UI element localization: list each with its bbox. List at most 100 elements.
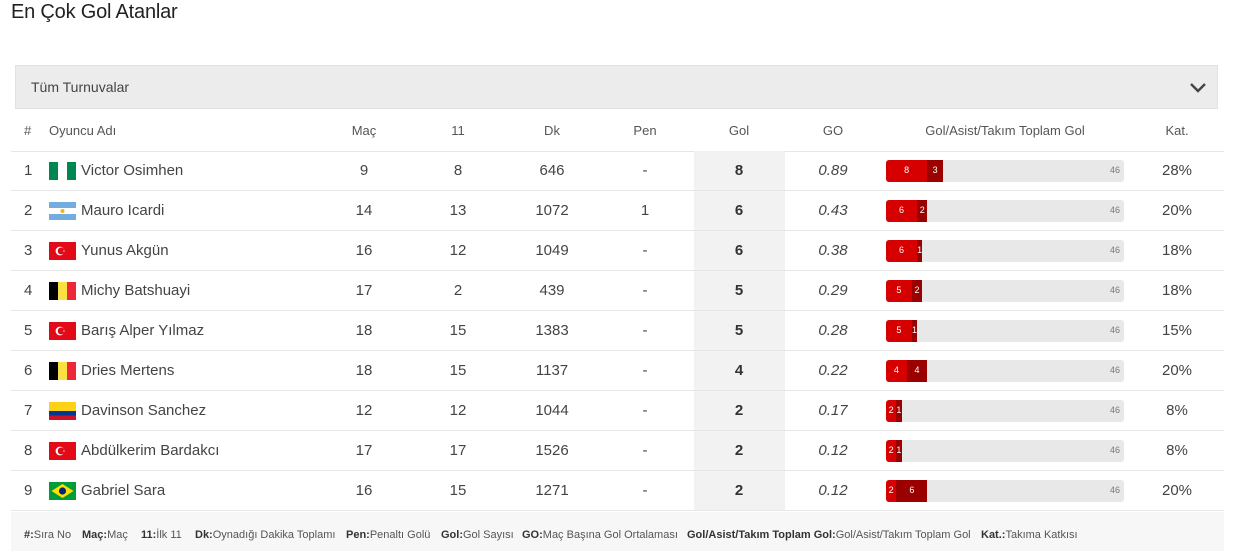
player-name[interactable]: Dries Mertens	[81, 362, 174, 379]
table-row[interactable]: 4 Michy Batshuayi 17 2 439 - 5 0.29 5 2 46 18%	[11, 271, 1224, 311]
player-name[interactable]: Barış Alper Yılmaz	[81, 322, 204, 339]
rank: 2	[24, 202, 33, 219]
tournament-dropdown-label: Tüm Turnuvalar	[31, 79, 130, 95]
goal-contribution-bar: 6 1 46	[886, 240, 1124, 262]
pen-value: -	[642, 162, 648, 179]
header-gol-asist-takim[interactable]: Gol/Asist/Takım Toplam Gol	[925, 123, 1084, 138]
gol-value: 2	[734, 482, 744, 499]
kat-value: 28%	[1161, 162, 1193, 179]
kat-value: 8%	[1166, 402, 1188, 419]
legend-item: Dk:Oynadığı Dakika Toplamı	[195, 529, 336, 541]
mac-value: 16	[355, 242, 373, 259]
table-row[interactable]: 8 Abdülkerim Bardakcı 17 17 1526-2 0.12 2 1 46 8%	[11, 431, 1224, 471]
player-name[interactable]: Abdülkerim Bardakcı	[81, 442, 219, 459]
kat-value: 15%	[1161, 322, 1193, 339]
table-row[interactable]: 7 Davinson Sanchez 12 12 1044-2 0.17 2 1 46 8%	[11, 391, 1224, 431]
legend-item: Kat.:Takıma Katkısı	[981, 529, 1078, 541]
mac-value: 17	[355, 282, 373, 299]
mac-value: 12	[355, 402, 373, 419]
mac-value: 18	[355, 322, 373, 339]
table-row[interactable]: 3 Yunus Akgün 16 12 1049 - 6 0.38 6 1 46 18%	[11, 231, 1224, 271]
goal-contribution-bar: 2 1 46	[886, 400, 1124, 422]
kat-value: 18%	[1161, 282, 1193, 299]
table-row[interactable]: 1 Victor Osimhen 9 8 646 - 8 0.89 8 3 46 28%	[11, 151, 1224, 191]
team-total-label: 46	[1109, 165, 1120, 175]
pen-value: -	[642, 322, 648, 339]
kat-value: 18%	[1161, 242, 1193, 259]
table-row[interactable]: 6 Dries Mertens 18 15 1137 - 4 0.22 4 4 46 20%	[11, 351, 1224, 391]
assists-bar-label: 6	[909, 485, 915, 495]
player-name[interactable]: Gabriel Sara	[81, 482, 165, 499]
legend-item: Gol/Asist/Takım Toplam Gol:Gol/Asist/Tak…	[687, 529, 971, 541]
player-name[interactable]: Victor Osimhen	[81, 162, 183, 179]
pen-value: -	[642, 402, 648, 419]
header-kat[interactable]: Kat.	[1165, 123, 1188, 138]
header-player[interactable]: Oyuncu Adı	[49, 123, 116, 138]
rank: 9	[24, 482, 33, 499]
player-name[interactable]: Yunus Akgün	[81, 242, 169, 259]
kat-value: 20%	[1161, 202, 1193, 219]
ilk11-value: 13	[449, 202, 467, 219]
header-dk[interactable]: Dk	[544, 123, 560, 138]
legend: #:Sıra No Maç:Maç 11:İlk 11 Dk:Oynadığı …	[11, 512, 1224, 551]
turkey-flag	[49, 442, 76, 460]
goals-bar-label: 6	[899, 205, 905, 215]
player-name[interactable]: Mauro Icardi	[81, 202, 164, 219]
assists-bar-label: 1	[896, 445, 902, 455]
rank: 6	[24, 362, 33, 379]
header-mac[interactable]: Maç	[352, 123, 377, 138]
kat-value: 20%	[1161, 362, 1193, 379]
assists-bar-label: 2	[919, 205, 925, 215]
go-value: 0.12	[818, 482, 848, 499]
player-name[interactable]: Michy Batshuayi	[81, 282, 190, 299]
team-total-label: 46	[1109, 365, 1120, 375]
assists-bar-label: 4	[914, 365, 920, 375]
tournament-dropdown[interactable]: Tüm Turnuvalar	[15, 65, 1218, 109]
argentina-flag	[49, 202, 76, 220]
ilk11-value: 8	[453, 162, 463, 179]
mac-value: 14	[355, 202, 373, 219]
table-row[interactable]: 2 Mauro Icardi 14 13 1072 1 6 0.43 6 2 46 20%	[11, 191, 1224, 231]
goals-bar-label: 6	[899, 245, 905, 255]
table-row[interactable]: 9 Gabriel Sara 16 15 1271 - 2 0.12 2 6 46 20%	[11, 471, 1224, 511]
goal-contribution-bar: 2 6 46	[886, 480, 1124, 502]
table-header: # Oyuncu Adı Maç 11 Dk Pen Gol GO Gol/As…	[11, 111, 1224, 152]
ilk11-value: 12	[449, 242, 467, 259]
mac-value: 16	[355, 482, 373, 499]
ilk11-value: 12	[449, 402, 467, 419]
nigeria-flag	[49, 162, 76, 180]
header-go[interactable]: GO	[823, 123, 843, 138]
gol-value: 6	[734, 242, 744, 259]
player-name[interactable]: Davinson Sanchez	[81, 402, 206, 419]
header-rank: #	[24, 123, 32, 138]
legend-item: Gol:Gol Sayısı	[441, 529, 514, 541]
header-pen[interactable]: Pen	[633, 123, 656, 138]
team-total-label: 46	[1109, 445, 1120, 455]
chevron-down-icon[interactable]	[1189, 78, 1207, 96]
team-total-label: 46	[1109, 405, 1120, 415]
assists-bar-label: 3	[932, 165, 938, 175]
go-value: 0.38	[818, 242, 848, 259]
page-title: En Çok Gol Atanlar	[11, 1, 178, 23]
gol-value: 5	[734, 282, 744, 299]
gol-value: 5	[734, 322, 744, 339]
header-gol[interactable]: Gol	[729, 123, 749, 138]
team-total-label: 46	[1109, 325, 1120, 335]
mac-value: 9	[359, 162, 369, 179]
turkey-flag	[49, 242, 76, 260]
ilk11-value: 2	[453, 282, 463, 299]
go-value: 0.89	[818, 162, 848, 179]
team-total-label: 46	[1109, 285, 1120, 295]
legend-item: #:Sıra No	[24, 529, 72, 541]
dk-value: 1271	[535, 482, 569, 499]
dk-value: 646	[539, 162, 565, 179]
assists-bar-label: 1	[896, 405, 902, 415]
dk-value: 1044	[535, 402, 569, 419]
gol-value: 4	[734, 362, 744, 379]
header-ilk11[interactable]: 11	[451, 123, 465, 138]
gol-value: 2	[734, 442, 744, 459]
table-row[interactable]: 5 Barış Alper Yılmaz 18 15 1383-5 0.28 5 1 46 15%	[11, 311, 1224, 351]
dk-value: 1137	[535, 362, 569, 379]
goal-contribution-bar: 6 2 46	[886, 200, 1124, 222]
belgium-flag	[49, 362, 76, 380]
